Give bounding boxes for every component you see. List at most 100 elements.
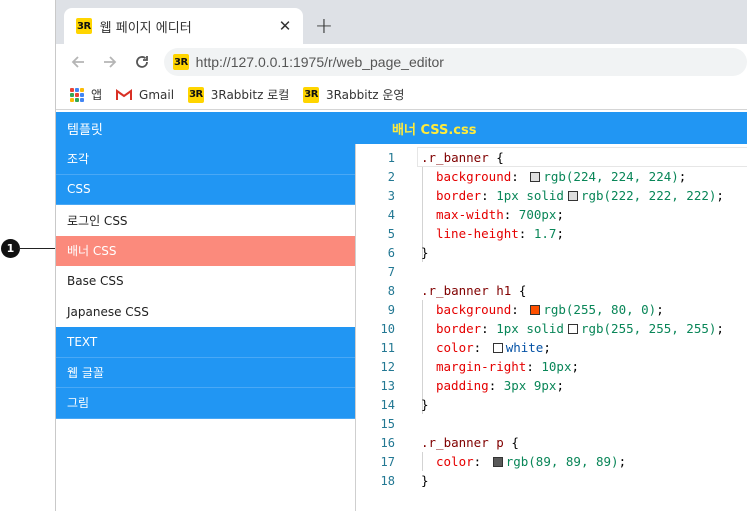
css-value: 700px: [518, 207, 557, 222]
line-number: 14: [380, 397, 395, 412]
code-editor[interactable]: 1 .r_banner {2 background: rgb(224, 224, 2…: [357, 144, 747, 511]
forward-arrow-icon[interactable]: [98, 50, 122, 74]
css-value: rgb(222, 222, 222): [580, 188, 717, 203]
code-line: 2 background: rgb(224, 224, 224);: [357, 167, 747, 186]
css-property: color: [436, 454, 474, 469]
back-arrow-icon[interactable]: [66, 50, 90, 74]
code-text: .r_banner h1 {: [421, 283, 526, 298]
line-number: 17: [380, 454, 395, 469]
css-value: rgb(255, 80, 0): [543, 302, 657, 317]
tab-strip: 3R 웹 페이지 에디터 ✕ +: [56, 0, 747, 44]
sidebar-item-text[interactable]: TEXT: [56, 327, 355, 358]
callout-line: [18, 248, 56, 249]
code-line: 15: [357, 414, 747, 433]
color-swatch-icon[interactable]: [567, 323, 578, 334]
address-bar[interactable]: 3R http://127.0.0.1:1975/r/web_page_edit…: [164, 48, 747, 76]
color-swatch-icon[interactable]: [530, 171, 541, 182]
semicolon: ;: [618, 454, 627, 469]
template-header: 템플릿: [67, 122, 103, 138]
semicolon: ;: [716, 188, 724, 203]
code-line: 10 border: 1px solid rgb(255, 255, 255);: [357, 319, 747, 338]
css-value: 1px solid: [496, 188, 564, 203]
bookmark-label: 앱: [91, 88, 103, 102]
css-property: line-height: [436, 226, 519, 241]
line-number: 12: [380, 359, 395, 374]
code-line: 7: [357, 262, 747, 281]
bookmark-3rabbitz-prod[interactable]: 3R 3Rabbitz 운영: [303, 86, 404, 103]
colon: :: [488, 378, 504, 393]
semicolon: ;: [716, 321, 724, 336]
colon: :: [518, 226, 534, 241]
brace: }: [421, 473, 429, 488]
code-line: 9 background: rgb(255, 80, 0);: [357, 300, 747, 319]
code-line: 8 .r_banner h1 {: [357, 281, 747, 300]
code-text: }: [421, 397, 429, 412]
new-tab-button[interactable]: +: [312, 14, 336, 39]
code-text: border: 1px solid rgb(222, 222, 222);: [436, 188, 724, 203]
line-number: 8: [387, 283, 395, 298]
css-value: white: [505, 340, 544, 355]
code-text: .r_banner p {: [421, 435, 519, 450]
semicolon: ;: [656, 302, 664, 317]
css-property: background: [436, 169, 512, 184]
code-line: 11 color: white;: [357, 338, 747, 357]
sidebar-item-login-css[interactable]: 로그인 CSS: [56, 205, 355, 236]
css-property: border: [436, 188, 482, 203]
bookmarks-bar: 앱 Gmail 3R 3Rabbitz 로컬 3R 3Rabbitz 운영: [56, 80, 747, 110]
line-number: 16: [380, 435, 395, 450]
colon: :: [503, 207, 519, 222]
line-number: 6: [387, 245, 395, 260]
code-line: 14}: [357, 395, 747, 414]
gmail-icon: [116, 88, 133, 100]
brace: {: [511, 283, 527, 298]
css-value: 3px 9px: [503, 378, 557, 393]
colon: :: [473, 340, 489, 355]
code-text: color: white;: [436, 340, 551, 355]
bookmark-gmail[interactable]: Gmail: [116, 88, 174, 102]
app-header: 템플릿 배너 CSS.css: [56, 112, 747, 144]
semicolon: ;: [556, 226, 564, 241]
colon: :: [526, 359, 542, 374]
css-value: rgb(224, 224, 224): [543, 169, 679, 184]
color-swatch-icon[interactable]: [567, 190, 578, 201]
css-property: color: [436, 340, 474, 355]
code-text: padding: 3px 9px;: [436, 378, 564, 393]
sidebar-item-web-font[interactable]: 웹 글꼴: [56, 357, 355, 388]
code-text: background: rgb(255, 80, 0);: [436, 302, 664, 317]
bookmark-3rabbitz-local[interactable]: 3R 3Rabbitz 로컬: [188, 86, 289, 103]
colon: :: [511, 302, 527, 317]
css-selector: .r_banner: [421, 150, 489, 165]
line-number: 4: [387, 207, 395, 222]
line-number: 3: [387, 188, 395, 203]
code-line: 1 .r_banner {: [357, 148, 747, 167]
color-swatch-icon[interactable]: [492, 456, 503, 467]
sidebar-item-base-css[interactable]: Base CSS: [56, 266, 355, 297]
browser-toolbar: 3R http://127.0.0.1:1975/r/web_page_edit…: [56, 44, 747, 80]
colon: :: [481, 188, 497, 203]
code-line: 17 color: rgb(89, 89, 89);: [357, 452, 747, 471]
code-line: 18}: [357, 471, 747, 490]
css-property: border: [436, 321, 482, 336]
sidebar-item-css[interactable]: CSS: [56, 174, 355, 205]
line-number: 11: [380, 340, 395, 355]
bookmark-label: Gmail: [139, 87, 175, 102]
bookmark-label: 3Rabbitz 운영: [325, 88, 405, 102]
editor-file-title: 배너 CSS.css: [392, 122, 477, 138]
color-swatch-icon[interactable]: [530, 304, 541, 315]
code-text: max-width: 700px;: [436, 207, 564, 222]
sidebar-item-image[interactable]: 그림: [56, 388, 355, 419]
close-tab-icon[interactable]: ✕: [273, 14, 297, 38]
3r-logo-icon: 3R: [188, 86, 204, 103]
sidebar-item-fragment[interactable]: 조각: [56, 144, 355, 175]
color-swatch-icon[interactable]: [492, 342, 503, 353]
sidebar-item-japanese-css[interactable]: Japanese CSS: [56, 296, 355, 327]
sidebar-item-banner-css[interactable]: 배너 CSS: [56, 235, 355, 266]
reload-icon[interactable]: [130, 50, 154, 74]
tab-title: 웹 페이지 에디터: [99, 20, 192, 36]
css-property: background: [436, 302, 512, 317]
bookmark-apps[interactable]: 앱: [70, 86, 102, 103]
line-number: 15: [380, 416, 395, 431]
browser-tab[interactable]: 3R 웹 페이지 에디터 ✕: [64, 8, 303, 44]
line-number: 13: [380, 378, 395, 393]
line-number: 1: [387, 150, 395, 165]
